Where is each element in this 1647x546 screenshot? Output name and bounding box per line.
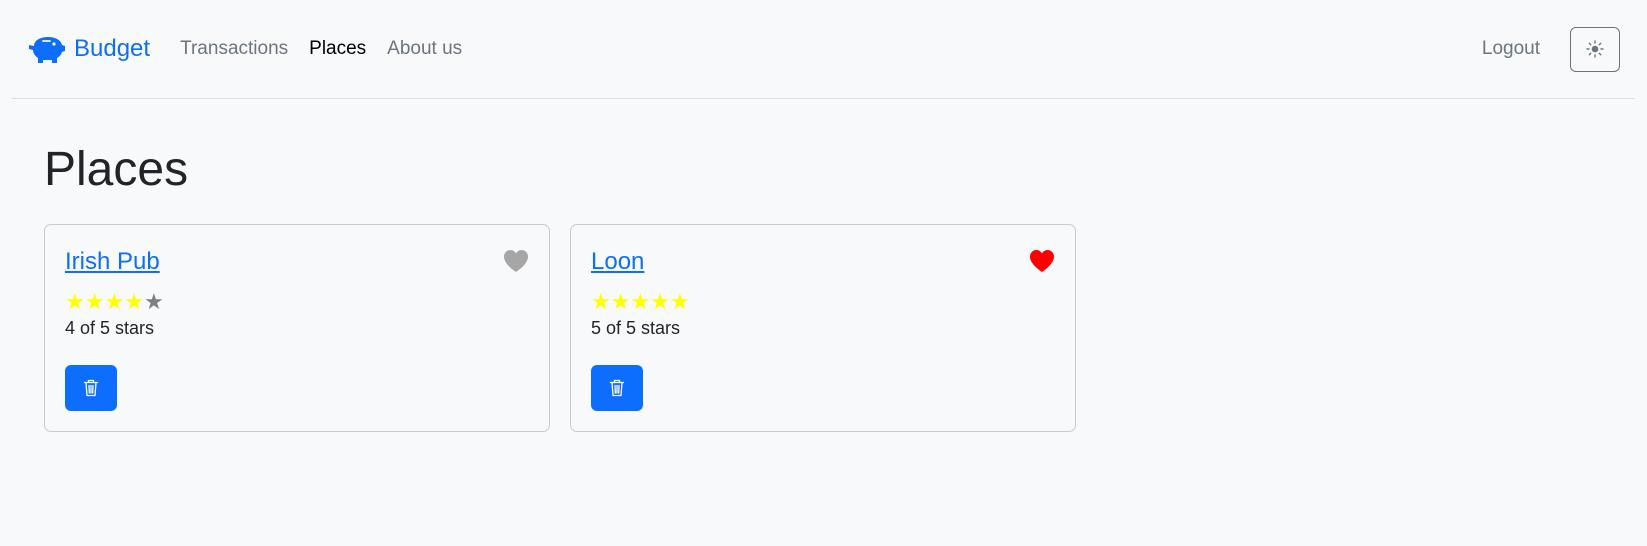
- place-name-link[interactable]: Irish Pub: [65, 248, 160, 276]
- star-icon: ★: [65, 288, 85, 314]
- star-icon: ★: [630, 288, 651, 314]
- piggy-bank-icon: [29, 37, 65, 63]
- rating-text: 5 of 5 stars: [591, 317, 681, 338]
- trash-icon: [609, 379, 625, 396]
- nav-links: Transactions Places About us: [180, 38, 483, 60]
- trash-icon: [83, 379, 99, 396]
- star-icon: ★: [669, 288, 690, 314]
- star-icon: ★: [124, 288, 144, 314]
- place-cards: Irish Pub ★★★★★ 4 of 5 stars Loon ★★★★★ …: [44, 223, 1603, 432]
- rating-text: 4 of 5 stars: [65, 317, 155, 338]
- logout-link[interactable]: Logout: [1482, 38, 1540, 60]
- nav-link-about-us[interactable]: About us: [387, 38, 462, 60]
- theme-toggle-button[interactable]: [1570, 26, 1620, 72]
- nav-right: Logout: [1482, 26, 1620, 72]
- sun-icon: [1586, 40, 1604, 58]
- brand-link[interactable]: Budget: [28, 34, 150, 64]
- heart-icon[interactable]: [503, 249, 529, 273]
- delete-button[interactable]: [65, 364, 117, 411]
- nav-link-transactions[interactable]: Transactions: [180, 38, 288, 60]
- star-rating: ★★★★★: [591, 288, 1055, 314]
- star-icon: ★: [591, 288, 611, 314]
- main-content: Places Irish Pub ★★★★★ 4 of 5 stars Loon…: [0, 141, 1647, 432]
- nav-link-places[interactable]: Places: [309, 38, 366, 60]
- brand-name: Budget: [74, 35, 151, 62]
- star-rating: ★★★★★: [65, 288, 529, 314]
- place-name-link[interactable]: Loon: [591, 248, 644, 276]
- place-card: Irish Pub ★★★★★ 4 of 5 stars: [44, 223, 550, 432]
- star-icon: ★: [104, 288, 125, 314]
- page-title: Places: [44, 143, 189, 196]
- star-icon: ★: [84, 288, 105, 314]
- delete-button[interactable]: [591, 364, 643, 411]
- star-icon: ★: [650, 288, 670, 314]
- heart-icon[interactable]: [1029, 249, 1055, 273]
- place-card: Loon ★★★★★ 5 of 5 stars: [570, 223, 1076, 432]
- star-icon: ★: [610, 288, 631, 314]
- navbar: Budget Transactions Places About us Logo…: [12, 0, 1635, 99]
- star-icon: ★: [143, 288, 164, 314]
